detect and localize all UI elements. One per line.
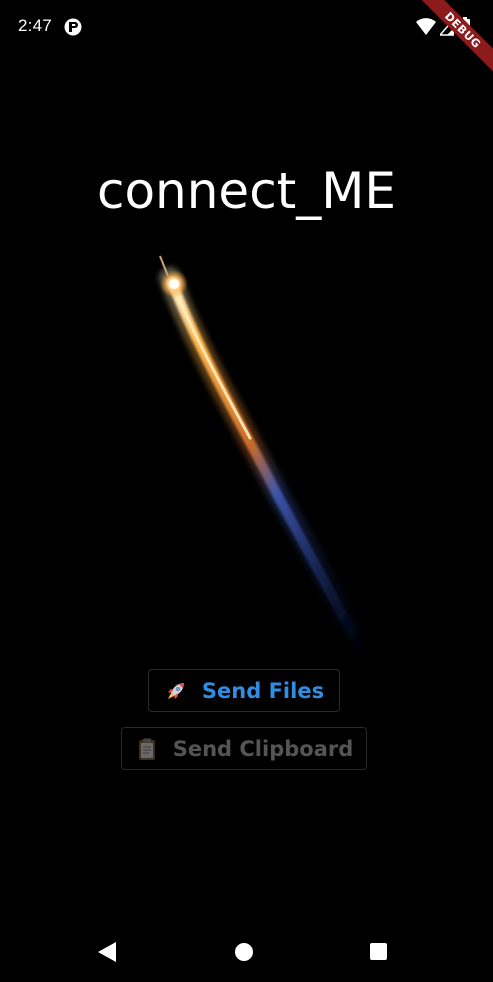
debug-ribbon: DEBUG xyxy=(414,0,493,79)
debug-banner: DEBUG xyxy=(413,0,493,80)
home-icon[interactable] xyxy=(235,943,253,961)
send-clipboard-label: Send Clipboard xyxy=(172,736,354,761)
send-files-label: Send Files xyxy=(201,678,325,703)
app-screen: 2:47 DEBUG connect_ME Send Files Send Cl… xyxy=(0,0,493,982)
send-clipboard-button[interactable]: Send Clipboard xyxy=(121,727,367,770)
app-title: connect_ME xyxy=(96,162,397,220)
app-notification-icon xyxy=(64,18,82,36)
rocket-icon xyxy=(167,682,184,699)
clipboard-icon xyxy=(138,738,155,760)
send-files-button[interactable]: Send Files xyxy=(148,669,340,712)
recents-icon[interactable] xyxy=(370,943,387,960)
status-time: 2:47 xyxy=(18,16,52,35)
debug-label: DEBUG xyxy=(442,9,484,51)
rocket-launch-image xyxy=(159,255,379,668)
system-nav-bar xyxy=(0,920,493,982)
back-icon[interactable] xyxy=(98,942,116,962)
